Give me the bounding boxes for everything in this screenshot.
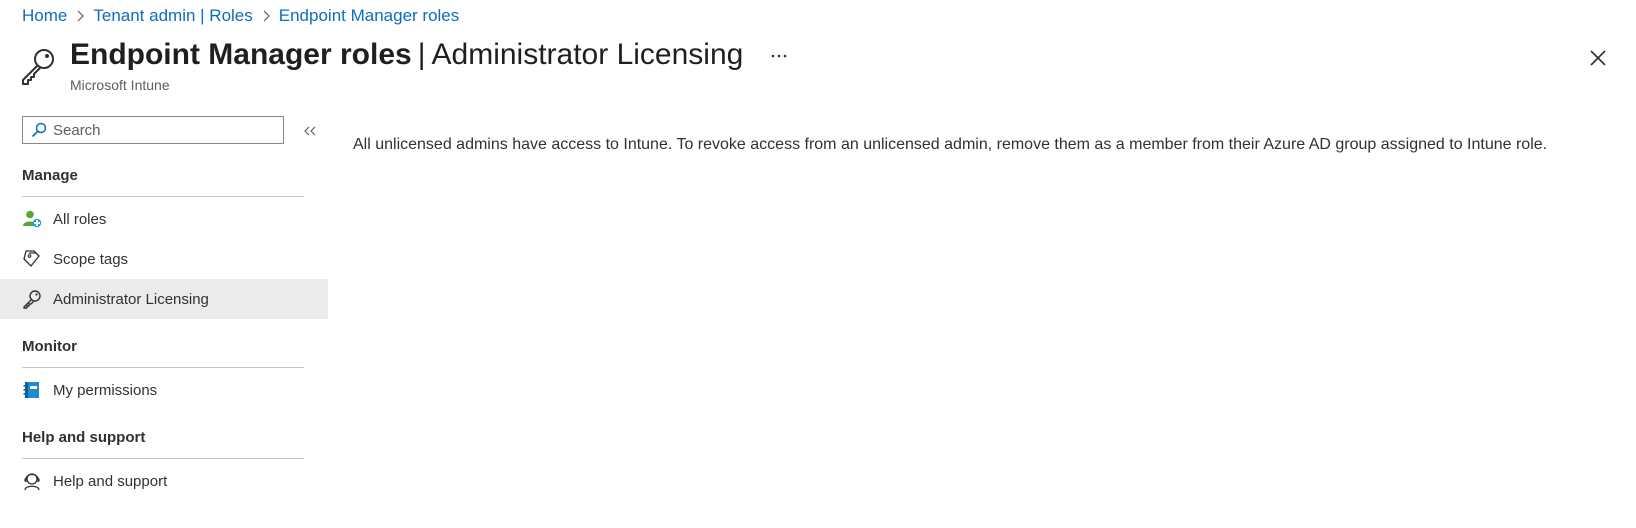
page-subtitle: Microsoft Intune bbox=[70, 77, 170, 93]
page-title-separator: | bbox=[417, 38, 426, 71]
search-icon bbox=[31, 122, 47, 138]
sidebar-item-my-permissions[interactable]: My permissions bbox=[0, 370, 328, 410]
licensing-info-message: All unlicensed admins have access to Int… bbox=[353, 136, 1548, 153]
close-button[interactable] bbox=[1586, 46, 1610, 70]
section-monitor: Monitor bbox=[22, 338, 77, 355]
page-title: Endpoint Manager roles | Administrator Lic… bbox=[70, 36, 743, 74]
notebook-icon bbox=[21, 379, 43, 401]
breadcrumb-home-link[interactable]: Home bbox=[22, 6, 67, 26]
breadcrumb-endpoint-manager-roles-link[interactable]: Endpoint Manager roles bbox=[279, 6, 460, 26]
divider bbox=[22, 458, 304, 459]
breadcrumb: Home Tenant admin | Roles Endpoint Manag… bbox=[22, 5, 459, 27]
search-box bbox=[22, 116, 284, 144]
sidebar-item-label: My permissions bbox=[53, 381, 158, 399]
sidebar-item-label: Administrator Licensing bbox=[53, 290, 209, 308]
breadcrumb-tenant-admin-link[interactable]: Tenant admin | Roles bbox=[93, 6, 252, 26]
more-icon bbox=[771, 54, 787, 58]
key-icon bbox=[21, 288, 43, 310]
users-icon bbox=[21, 208, 43, 230]
divider bbox=[22, 196, 304, 197]
page-title-main: Endpoint Manager roles bbox=[70, 38, 412, 71]
chevron-right-icon bbox=[76, 10, 85, 22]
tag-icon bbox=[21, 248, 43, 270]
double-chevron-left-icon bbox=[304, 126, 316, 136]
divider bbox=[22, 367, 304, 368]
sidebar-item-help-and-support[interactable]: Help and support bbox=[0, 461, 328, 501]
sidebar-item-label: Scope tags bbox=[53, 250, 129, 268]
close-icon bbox=[1590, 50, 1606, 66]
collapse-sidebar-button[interactable] bbox=[300, 121, 320, 141]
more-options-button[interactable] bbox=[765, 44, 793, 68]
sidebar-item-label: All roles bbox=[53, 210, 107, 228]
section-manage: Manage bbox=[22, 167, 78, 184]
sidebar-item-label: Help and support bbox=[53, 472, 168, 490]
sidebar-item-administrator-licensing[interactable]: Administrator Licensing bbox=[0, 279, 328, 319]
section-help-and-support: Help and support bbox=[22, 429, 146, 446]
help-support-icon bbox=[21, 470, 43, 492]
page-title-section: Administrator Licensing bbox=[431, 38, 744, 71]
key-icon bbox=[18, 46, 58, 86]
sidebar-item-scope-tags[interactable]: Scope tags bbox=[0, 239, 328, 279]
search-input[interactable] bbox=[53, 121, 253, 139]
chevron-right-icon bbox=[262, 10, 270, 22]
sidebar-item-all-roles[interactable]: All roles bbox=[0, 199, 328, 239]
